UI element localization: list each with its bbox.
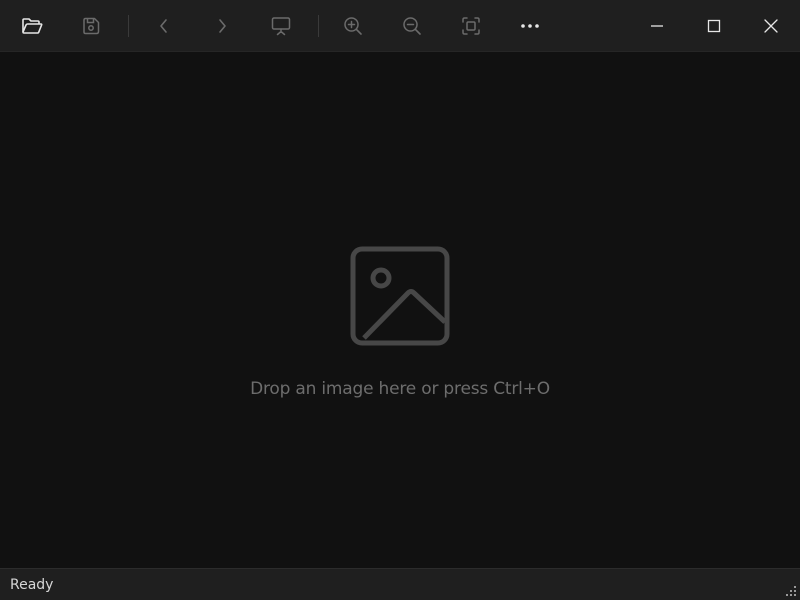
fit-to-window-button[interactable] xyxy=(453,8,489,44)
maximize-icon xyxy=(707,19,721,33)
slideshow-button[interactable] xyxy=(263,8,299,44)
minimize-button[interactable] xyxy=(629,0,685,52)
zoom-out-button[interactable] xyxy=(394,8,430,44)
fit-screen-icon xyxy=(462,17,480,35)
zoom-out-icon xyxy=(403,17,421,35)
image-canvas[interactable]: Drop an image here or press Ctrl+O xyxy=(0,52,800,568)
image-viewer-window: Drop an image here or press Ctrl+O Ready xyxy=(0,0,800,600)
toolbar-separator xyxy=(128,15,129,37)
previous-button[interactable] xyxy=(146,8,182,44)
slideshow-icon xyxy=(271,17,291,36)
chevron-left-icon xyxy=(160,19,167,33)
close-button[interactable] xyxy=(743,0,799,52)
zoom-in-button[interactable] xyxy=(335,8,371,44)
chevron-right-icon xyxy=(219,19,226,33)
toolbar-separator xyxy=(318,15,319,37)
resize-grip-icon[interactable] xyxy=(786,586,798,598)
save-button[interactable] xyxy=(73,8,109,44)
maximize-button[interactable] xyxy=(686,0,742,52)
status-text: Ready xyxy=(10,577,54,593)
open-button[interactable] xyxy=(14,8,50,44)
more-button[interactable] xyxy=(512,8,548,44)
status-bar: Ready xyxy=(0,568,800,600)
save-icon xyxy=(83,17,100,35)
zoom-in-icon xyxy=(344,17,362,35)
empty-state-message: Drop an image here or press Ctrl+O xyxy=(250,379,550,399)
more-icon xyxy=(521,24,539,28)
image-placeholder-icon xyxy=(350,246,450,346)
folder-open-icon xyxy=(22,18,43,34)
toolbar xyxy=(0,0,800,52)
close-icon xyxy=(764,19,778,33)
minimize-icon xyxy=(651,25,663,27)
next-button[interactable] xyxy=(204,8,240,44)
